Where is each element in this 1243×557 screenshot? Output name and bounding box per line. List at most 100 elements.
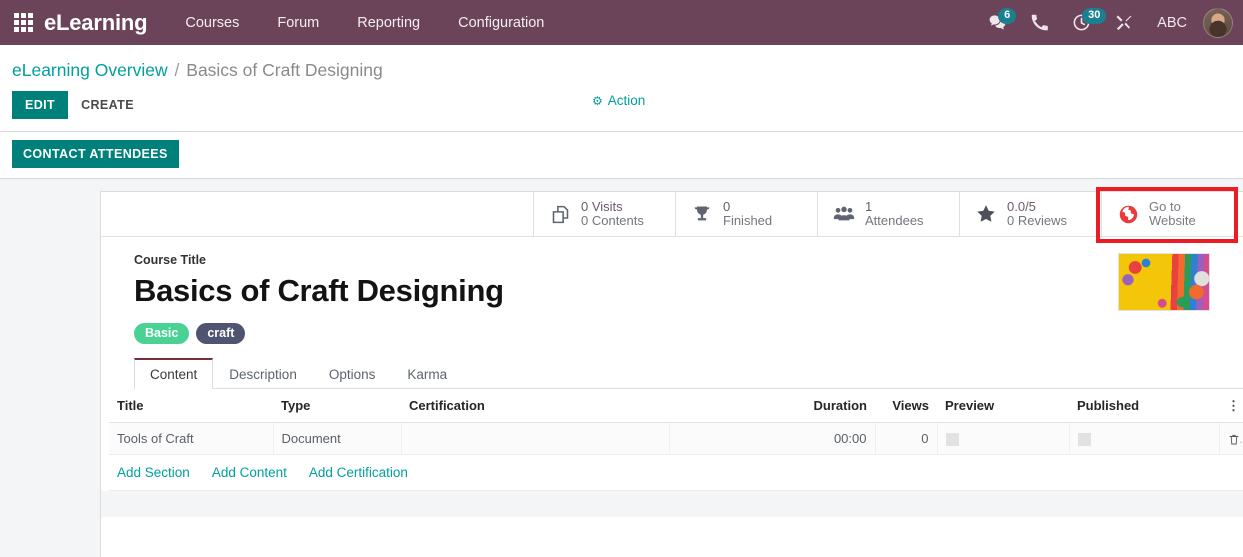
stat-attendees-value: 1 bbox=[865, 199, 873, 214]
create-button[interactable]: CREATE bbox=[68, 91, 147, 119]
tab-karma[interactable]: Karma bbox=[391, 358, 463, 389]
action-label: Action bbox=[607, 93, 646, 108]
row-overflow-dots: ... bbox=[1239, 434, 1243, 446]
column-header-published[interactable]: Published bbox=[1069, 389, 1219, 423]
messages-button[interactable]: 6 bbox=[976, 0, 1019, 45]
app-brand-elearning[interactable]: eLearning bbox=[44, 10, 148, 36]
column-header-title[interactable]: Title bbox=[109, 389, 273, 423]
cell-views[interactable]: 0 bbox=[875, 422, 938, 456]
control-buttons: EDIT CREATE ⚙ Action bbox=[0, 91, 1243, 131]
optional-columns-toggle[interactable]: ⋮ bbox=[1219, 389, 1243, 423]
table-header-row: Title Type Certification Duration Views … bbox=[109, 389, 1243, 423]
tab-description[interactable]: Description bbox=[213, 358, 313, 389]
course-thumbnail-image bbox=[1118, 253, 1210, 311]
menu-item-forum[interactable]: Forum bbox=[275, 11, 321, 35]
apps-dot bbox=[13, 13, 19, 18]
sheet-body: Course Title Basics of Craft Designing B… bbox=[101, 237, 1243, 518]
messages-badge: 6 bbox=[998, 8, 1017, 24]
add-links: Add Section Add Content Add Certificatio… bbox=[117, 465, 1237, 480]
avatar[interactable] bbox=[1203, 7, 1233, 38]
stat-button-box: 0 Visits 0 Contents 0 Finished 1 Attende… bbox=[101, 192, 1243, 237]
star-icon bbox=[974, 203, 998, 225]
add-links-row: Add Section Add Content Add Certificatio… bbox=[109, 454, 1243, 492]
cell-certification[interactable] bbox=[401, 422, 670, 456]
people-group-icon bbox=[832, 203, 856, 225]
page-title: Basics of Craft Designing bbox=[134, 273, 504, 308]
gear-icon: ⚙ bbox=[592, 93, 603, 108]
action-dropdown-button[interactable]: ⚙ Action bbox=[592, 93, 645, 108]
notebook-tabs: Content Description Options Karma bbox=[134, 358, 1243, 389]
course-title-label: Course Title bbox=[134, 253, 207, 267]
breadcrumb: eLearning Overview / Basics of Craft Des… bbox=[0, 45, 1243, 91]
delete-row-button[interactable]: ... bbox=[1219, 422, 1243, 456]
add-links-cell: Add Section Add Content Add Certificatio… bbox=[109, 454, 1243, 492]
object-button-bar: CONTACT ATTENDEES bbox=[0, 132, 1243, 179]
menu-item-configuration[interactable]: Configuration bbox=[456, 11, 546, 35]
stat-button-visits-contents[interactable]: 0 Visits 0 Contents bbox=[533, 192, 675, 236]
cell-duration[interactable]: 00:00 bbox=[669, 422, 876, 456]
phone-icon bbox=[1031, 14, 1048, 31]
tab-content[interactable]: Content bbox=[134, 358, 214, 389]
breadcrumb-current: Basics of Craft Designing bbox=[186, 60, 383, 80]
stat-rating-value: 0.0/5 bbox=[1007, 199, 1036, 214]
trash-icon bbox=[1229, 434, 1238, 445]
edit-button[interactable]: EDIT bbox=[12, 91, 69, 119]
column-header-duration[interactable]: Duration bbox=[669, 389, 875, 423]
column-header-views[interactable]: Views bbox=[875, 389, 937, 423]
add-certification-link[interactable]: Add Certification bbox=[309, 465, 408, 480]
go-to-website-line1: Go to bbox=[1149, 199, 1181, 214]
documents-copy-icon bbox=[548, 204, 572, 225]
content-table: Title Type Certification Duration Views … bbox=[109, 389, 1243, 492]
stat-contents-value: 0 Contents bbox=[581, 213, 644, 228]
stat-button-attendees[interactable]: 1 Attendees bbox=[817, 192, 959, 236]
breadcrumb-root[interactable]: eLearning Overview bbox=[12, 60, 168, 80]
cell-type[interactable]: Document bbox=[273, 422, 402, 456]
contact-attendees-button[interactable]: CONTACT ATTENDEES bbox=[12, 140, 179, 168]
tag-craft[interactable]: craft bbox=[196, 323, 246, 344]
activity-button[interactable]: 30 bbox=[1060, 0, 1107, 45]
cell-published bbox=[1069, 422, 1220, 456]
main-menu: Courses Forum Reporting Configuration bbox=[183, 11, 546, 35]
course-tags: Basic craft bbox=[134, 323, 1243, 344]
tools-button[interactable] bbox=[1103, 0, 1145, 45]
menu-item-courses[interactable]: Courses bbox=[183, 11, 241, 35]
menu-item-reporting[interactable]: Reporting bbox=[355, 11, 422, 35]
stat-button-finished[interactable]: 0 Finished bbox=[675, 192, 817, 236]
breadcrumb-separator: / bbox=[174, 60, 180, 80]
phone-button[interactable] bbox=[1019, 0, 1060, 45]
systray: 6 30 ABC bbox=[976, 0, 1235, 45]
stat-finished-label: Finished bbox=[723, 213, 773, 228]
stat-finished-value: 0 bbox=[723, 199, 731, 214]
stat-button-reviews[interactable]: 0.0/5 0 Reviews bbox=[959, 192, 1101, 236]
cell-title[interactable]: Tools of Craft bbox=[109, 422, 274, 456]
add-content-link[interactable]: Add Content bbox=[212, 465, 287, 480]
form-view-area: 0 Visits 0 Contents 0 Finished 1 Attende… bbox=[0, 179, 1243, 557]
tab-options[interactable]: Options bbox=[313, 358, 392, 389]
control-panel: eLearning Overview / Basics of Craft Des… bbox=[0, 45, 1243, 132]
vertical-dots-icon: ⋮ bbox=[1227, 398, 1241, 413]
stat-reviews-label: 0 Reviews bbox=[1007, 213, 1067, 228]
published-checkbox[interactable] bbox=[1077, 433, 1091, 447]
content-list-wrapper: Title Type Certification Duration Views … bbox=[109, 389, 1243, 492]
cell-preview bbox=[937, 422, 1070, 456]
tools-icon bbox=[1116, 15, 1132, 30]
add-section-link[interactable]: Add Section bbox=[117, 465, 190, 480]
column-header-type[interactable]: Type bbox=[273, 389, 401, 423]
column-header-certification[interactable]: Certification bbox=[401, 389, 669, 423]
globe-icon bbox=[1116, 204, 1140, 225]
apps-dot bbox=[27, 27, 33, 32]
preview-checkbox[interactable] bbox=[945, 433, 959, 447]
apps-dot bbox=[27, 13, 33, 18]
apps-dot bbox=[13, 20, 19, 25]
stat-attendees-label: Attendees bbox=[865, 213, 924, 228]
top-navbar: eLearning Courses Forum Reporting Config… bbox=[0, 0, 1243, 45]
tag-basic[interactable]: Basic bbox=[134, 323, 190, 344]
column-header-preview[interactable]: Preview bbox=[937, 389, 1069, 423]
stat-visits-value: 0 Visits bbox=[581, 199, 623, 214]
go-to-website-button[interactable]: Go to Website bbox=[1101, 192, 1243, 236]
user-menu-button[interactable]: ABC bbox=[1145, 15, 1199, 31]
table-row[interactable]: Tools of Craft Document 00:00 0 . bbox=[109, 422, 1243, 456]
apps-dot bbox=[20, 27, 26, 32]
apps-grid-icon[interactable] bbox=[10, 10, 36, 36]
apps-dot bbox=[20, 13, 26, 18]
